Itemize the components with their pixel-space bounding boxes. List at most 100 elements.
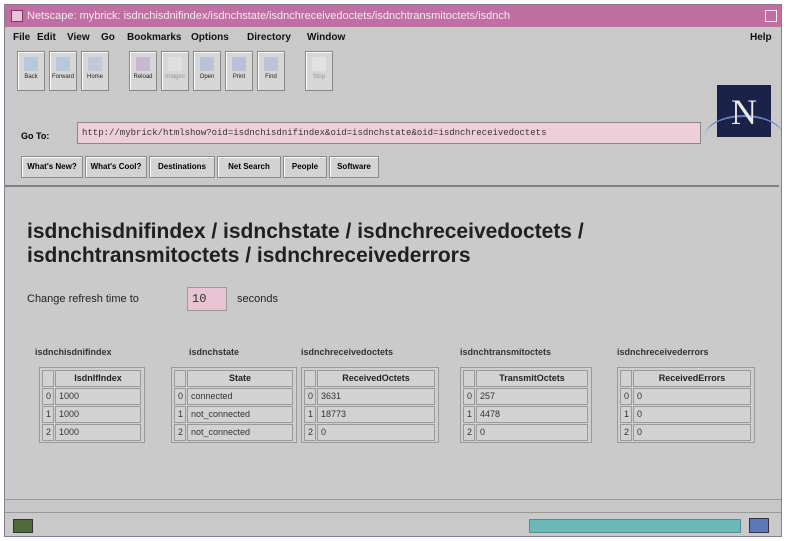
open-icon xyxy=(200,57,214,71)
row-index: 1 xyxy=(174,406,186,423)
netscape-logo[interactable]: N xyxy=(705,85,781,137)
row-value: 1000 xyxy=(55,406,141,423)
refresh-time-input[interactable]: 10 xyxy=(187,287,227,311)
table-received-errors: ReceivedErrors 0 0 1 0 2 0 xyxy=(617,367,755,443)
stop-icon xyxy=(312,57,326,71)
row-value: 0 xyxy=(633,424,751,441)
row-value: not_connected xyxy=(187,424,293,441)
column-header: ReceivedErrors xyxy=(633,370,751,387)
images-icon xyxy=(168,57,182,71)
row-value: 0 xyxy=(633,388,751,405)
back-arrow-icon xyxy=(24,57,38,71)
row-value: connected xyxy=(187,388,293,405)
row-index: 0 xyxy=(463,388,475,405)
row-value: 4478 xyxy=(476,406,588,423)
row-index: 1 xyxy=(620,406,632,423)
forward-arrow-icon xyxy=(56,57,70,71)
mail-icon[interactable] xyxy=(749,518,769,533)
location-input[interactable]: http://mybrick/htmlshow?oid=isdnchisdnif… xyxy=(77,122,701,144)
row-value: 0 xyxy=(633,406,751,423)
menu-bar: File Edit View Go Bookmarks Options Dire… xyxy=(5,28,781,48)
print-icon xyxy=(232,57,246,71)
menu-help[interactable]: Help xyxy=(750,32,772,43)
find-icon xyxy=(264,57,278,71)
group-header-received-octets: isdnchreceivedoctets xyxy=(301,347,394,357)
row-value: 1000 xyxy=(55,388,141,405)
row-index: 2 xyxy=(463,424,475,441)
menu-bookmarks[interactable]: Bookmarks xyxy=(127,32,181,43)
whats-cool-button[interactable]: What's Cool? xyxy=(85,156,147,178)
row-index: 0 xyxy=(42,388,54,405)
destinations-button[interactable]: Destinations xyxy=(149,156,215,178)
column-header: IsdnIfIndex xyxy=(55,370,141,387)
status-bar xyxy=(5,512,781,536)
refresh-unit-label: seconds xyxy=(237,293,278,305)
menu-go[interactable]: Go xyxy=(101,32,115,43)
column-header: State xyxy=(187,370,293,387)
forward-button[interactable]: Forward xyxy=(49,51,77,91)
home-icon xyxy=(88,57,102,71)
row-value: not_connected xyxy=(187,406,293,423)
row-index: 2 xyxy=(174,424,186,441)
row-value: 257 xyxy=(476,388,588,405)
column-header: ReceivedOctets xyxy=(317,370,435,387)
row-index: 0 xyxy=(304,388,316,405)
table-transmit-octets: TransmitOctets 0 257 1 4478 2 0 xyxy=(460,367,592,443)
table-received-octets: ReceivedOctets 0 3631 1 18773 2 0 xyxy=(301,367,439,443)
index-header-cell xyxy=(620,370,632,387)
group-header-state: isdnchstate xyxy=(189,347,240,357)
index-header-cell xyxy=(42,370,54,387)
row-value: 0 xyxy=(317,424,435,441)
page-content: isdnchisdnifindex / isdnchstate / isdnch… xyxy=(5,185,779,497)
column-header: TransmitOctets xyxy=(476,370,588,387)
home-button[interactable]: Home xyxy=(81,51,109,91)
index-header-cell xyxy=(463,370,475,387)
images-button[interactable]: Images xyxy=(161,51,189,91)
logo-letter: N xyxy=(731,92,757,132)
open-button[interactable]: Open xyxy=(193,51,221,91)
row-index: 0 xyxy=(174,388,186,405)
print-button[interactable]: Print xyxy=(225,51,253,91)
menu-view[interactable]: View xyxy=(67,32,90,43)
horizontal-scrollbar[interactable] xyxy=(5,499,781,512)
menu-options[interactable]: Options xyxy=(191,32,229,43)
row-index: 1 xyxy=(463,406,475,423)
menu-directory[interactable]: Directory xyxy=(247,32,291,43)
group-header-transmit-octets: isdnchtransmitoctets xyxy=(460,347,552,357)
group-header-ifindex: isdnchisdnifindex xyxy=(35,347,112,357)
whats-new-button[interactable]: What's New? xyxy=(21,156,83,178)
menu-window[interactable]: Window xyxy=(307,32,345,43)
stop-button[interactable]: Stop xyxy=(305,51,333,91)
refresh-label: Change refresh time to xyxy=(27,293,139,305)
index-header-cell xyxy=(174,370,186,387)
row-index: 2 xyxy=(620,424,632,441)
row-value: 0 xyxy=(476,424,588,441)
net-search-button[interactable]: Net Search xyxy=(217,156,281,178)
row-index: 2 xyxy=(304,424,316,441)
row-value: 18773 xyxy=(317,406,435,423)
location-label: Go To: xyxy=(21,131,50,141)
row-value: 3631 xyxy=(317,388,435,405)
people-button[interactable]: People xyxy=(283,156,327,178)
security-key-icon[interactable] xyxy=(13,519,33,533)
row-index: 1 xyxy=(42,406,54,423)
menu-edit[interactable]: Edit xyxy=(37,32,56,43)
progress-bar xyxy=(529,519,741,533)
back-button[interactable]: Back xyxy=(17,51,45,91)
table-ifindex: IsdnIfIndex 0 1000 1 1000 2 1000 xyxy=(39,367,145,443)
group-header-received-errors: isdnchreceivederrors xyxy=(617,347,709,357)
table-state: State 0 connected 1 not_connected 2 not_… xyxy=(171,367,297,443)
menu-file[interactable]: File xyxy=(13,32,30,43)
maximize-icon[interactable] xyxy=(765,10,777,22)
software-button[interactable]: Software xyxy=(329,156,379,178)
row-index: 1 xyxy=(304,406,316,423)
row-index: 2 xyxy=(42,424,54,441)
title-bar[interactable]: Netscape: mybrick: isdnchisdnifindex/isd… xyxy=(5,5,781,27)
page-title: isdnchisdnifindex / isdnchstate / isdnch… xyxy=(27,220,584,267)
row-value: 1000 xyxy=(55,424,141,441)
reload-icon xyxy=(136,57,150,71)
window-title: Netscape: mybrick: isdnchisdnifindex/isd… xyxy=(27,10,511,22)
reload-button[interactable]: Reload xyxy=(129,51,157,91)
window-menu-icon[interactable] xyxy=(11,10,23,23)
find-button[interactable]: Find xyxy=(257,51,285,91)
